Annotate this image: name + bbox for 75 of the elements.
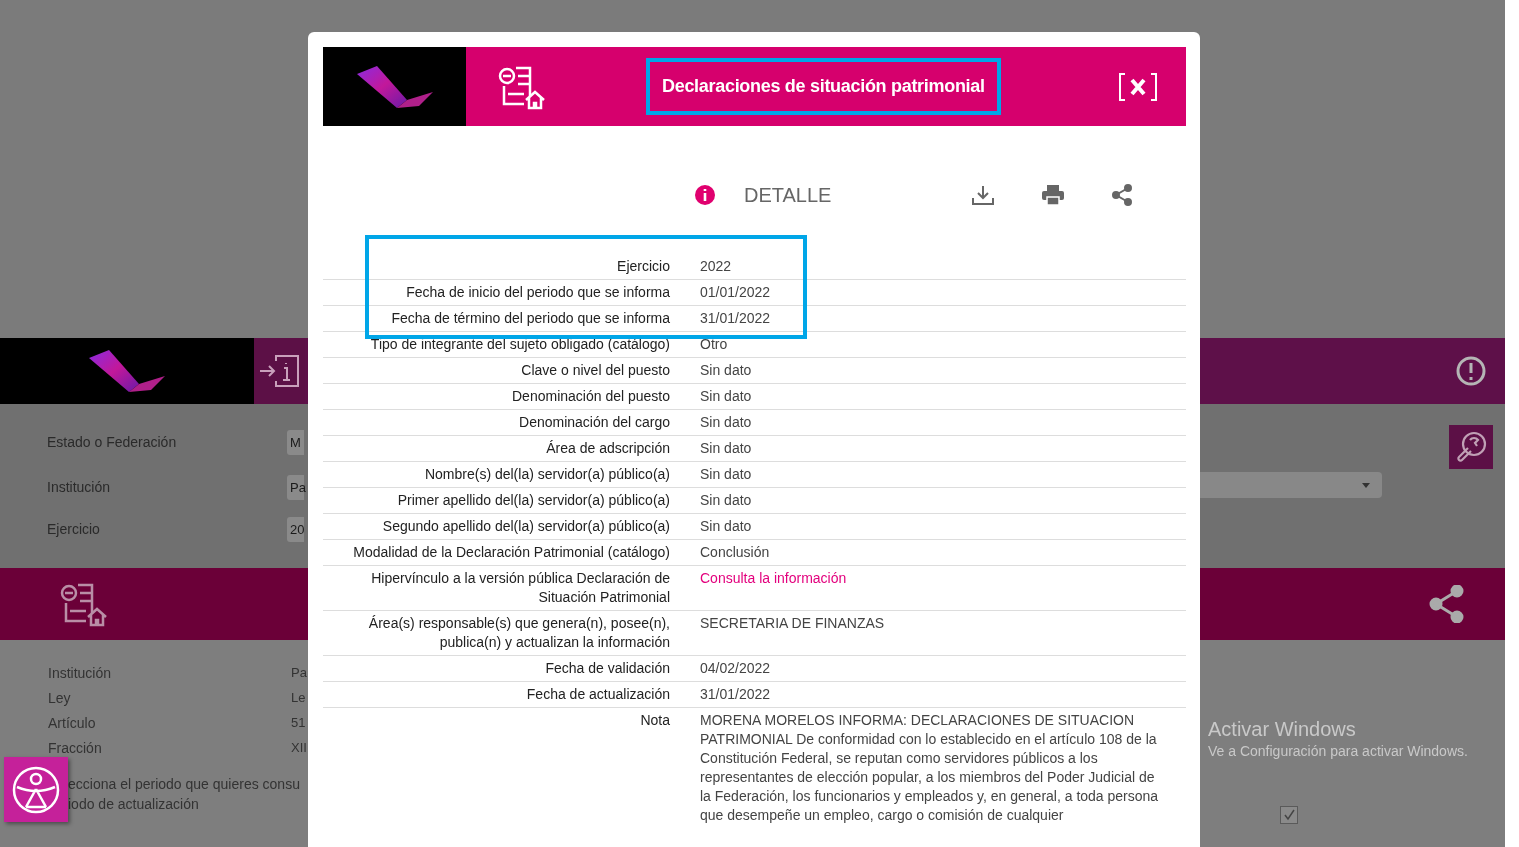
field-value: Sin dato [700,387,753,406]
field-value: Conclusión [700,543,771,562]
caret-icon [1362,482,1370,488]
dropdown-field[interactable] [1200,472,1382,498]
section-title: DETALLE [744,183,832,207]
field-value: 01/01/2022 [700,283,772,302]
field-label: Denominación del cargo [518,413,670,432]
detail-label: Ley [48,689,72,706]
field-label: Fecha de término del periodo que se informa [390,309,670,328]
field-label: Fecha de inicio del periodo que se informa [405,283,670,302]
field-label: Primer apellido del(la) servidor(a) público(a) [396,491,670,510]
field-label: Área(s) responsable(s) que genera(n), posee(n), publica(n) y actualizan la información [367,614,670,652]
field-label: Segundo apellido del(la) servidor(a) público(a) [381,517,670,536]
field-label: Nota [639,711,670,730]
field-value: MORENA MORELOS INFORMA: DECLARACIONES DE SITUACION PATRIMONIAL De conformidad con lo establecido en el artículo 108 de la Constitución Federal, se reputan como servidores públicos a los representantes de elección popular, a los miembros del Poder Judicial de la Federación, los funcionarios y empleados y, en general, a toda persona que desempeñe un empleo, cargo o comisión de cualquier [700,711,1160,825]
field-value: SECRETARIA DE FINANZAS [700,614,886,633]
field-value: Sin dato [700,439,753,458]
download-icon [971,184,996,206]
detail-value: Pa [291,665,307,680]
printer-icon [1041,184,1066,206]
filter-field[interactable]: Pa [287,474,304,500]
field-label: Área de adscripción [545,439,670,458]
field-value: 04/02/2022 [700,659,772,678]
field-label: Tipo de integrante del sujeto obligado (catálogo) [369,335,670,354]
instruction-text: iodo de actualización [68,795,200,814]
accessibility-button[interactable] [4,757,68,822]
detail-value: 51 [291,715,306,730]
alert-icon[interactable] [1455,355,1487,387]
filter-field[interactable]: M [287,429,304,455]
filter-label: Estado o Federación [47,434,178,450]
field-value: Sin dato [700,491,753,510]
detail-value: Le [291,690,306,705]
close-icon [1118,71,1158,102]
detail-label: Fracción [48,739,103,756]
activation-title: Activar Windows [1208,718,1357,741]
field-value: Sin dato [700,465,753,484]
activation-message: Ve a Configuración para activar Windows. [1208,743,1468,759]
logo-icon [356,65,433,108]
field-value: Sin dato [700,361,753,380]
field-value: Otro [700,335,729,354]
download-button[interactable] [971,184,996,206]
detail-label: Institución [48,664,113,681]
instruction-text: ecciona el periodo que quieres consu [68,775,301,794]
field-value: 31/01/2022 [700,309,772,328]
info-link[interactable]: Consulta la información [700,569,847,607]
info-icon [694,184,716,206]
share-icon[interactable] [1429,585,1465,623]
field-label: Fecha de actualización [525,685,670,704]
field-label: Modalidad de la Declaración Patrimonial (catálogo) [352,543,670,562]
share-icon [1111,184,1134,206]
print-button[interactable] [1041,184,1066,206]
check-icon [1283,809,1295,821]
field-value: Sin dato [700,413,753,432]
accessibility-icon [11,764,61,815]
field-label: Fecha de validación [544,659,670,678]
share-button[interactable] [1111,184,1134,206]
field-value: Sin dato [700,517,753,536]
field-label: Nombre(s) del(la) servidor(a) público(a) [423,465,670,484]
detail-value: XII [291,740,307,755]
filter-label: Ejercicio [47,521,101,537]
field-label: Ejercicio [616,257,670,276]
select-all-checkbox[interactable] [1280,806,1298,824]
field-value: 2022 [700,257,733,276]
settings-button[interactable] [1449,425,1493,469]
arrow-info-icon[interactable] [257,353,302,389]
field-value: 31/01/2022 [700,685,772,704]
field-label: Hipervínculo a la versión pública Declaración de Situación Patrimonial [370,569,670,607]
filter-field[interactable]: 20 [287,516,304,542]
detail-label: Artículo [48,714,97,731]
filter-label: Institución [47,479,112,495]
field-label: Clave o nivel del puesto [520,361,670,380]
logo-icon [89,350,165,392]
close-button[interactable] [1118,71,1158,102]
dialog-title: Declaraciones de situación patrimonial [646,58,1001,115]
field-label: Denominación del puesto [511,387,670,406]
